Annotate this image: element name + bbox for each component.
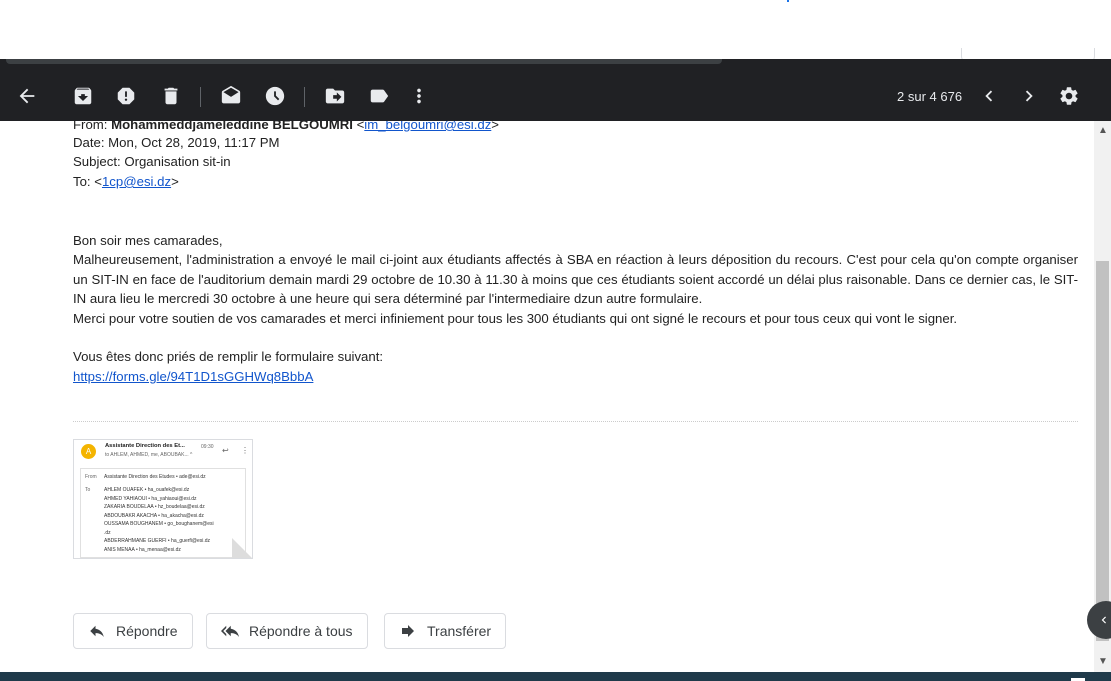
more-vert-icon[interactable] xyxy=(406,83,432,109)
toolbar-separator xyxy=(304,87,305,107)
attachment-thumbnail[interactable]: A Assistante Direction des Et... 09:30 t… xyxy=(73,439,253,559)
recipient: ABDOUBAKR AKACHA • ha_akacha@esi.dz xyxy=(104,512,204,519)
form-link-line: https://forms.gle/94T1D1sGGHWq8BbbA xyxy=(73,367,1078,387)
reply-icon: ↩ xyxy=(222,446,229,455)
snooze-icon[interactable] xyxy=(262,83,288,109)
newer-icon[interactable] xyxy=(1016,83,1042,109)
from-gt: > xyxy=(491,121,499,132)
back-arrow-icon[interactable] xyxy=(14,83,40,109)
label-icon[interactable] xyxy=(366,83,392,109)
to-label: To: < xyxy=(73,174,102,189)
mail-toolbar: 2 sur 4 676 xyxy=(0,59,1111,121)
recipient: ABDERRAHMANE GUERFI • ha_guerfi@esi.dz xyxy=(104,538,211,544)
message-content: From: Mohammeddjameleddine BELGOUMRI <im… xyxy=(0,121,1094,672)
from-lt: < xyxy=(352,121,365,132)
from-value: Assistante Direction des Etudes • ade@es… xyxy=(104,474,206,480)
message-count: 2 sur 4 676 xyxy=(897,89,963,104)
toolbar-separator xyxy=(200,87,201,107)
avatar: A xyxy=(81,444,96,459)
header-to: To: <1cp@esi.dz> xyxy=(73,172,179,192)
scrollbar-thumb[interactable] xyxy=(1096,261,1109,641)
mark-unread-icon[interactable] xyxy=(218,83,244,109)
attachment-time: 09:30 xyxy=(201,444,214,450)
scrollbar[interactable]: ▲ ▼ xyxy=(1094,121,1111,672)
bottom-bar xyxy=(0,672,1111,681)
forward-label: Transférer xyxy=(427,623,492,639)
forward-icon xyxy=(402,625,414,637)
archive-icon[interactable] xyxy=(70,83,96,109)
recipient: OUSSAMA BOUGHANEM • go_boughanem@esi xyxy=(104,521,214,527)
reply-all-button[interactable]: Répondre à tous xyxy=(206,613,368,649)
from-label: From xyxy=(85,474,97,480)
paragraph-3: Vous êtes donc priés de remplir le formu… xyxy=(73,349,384,364)
recipient: AHLEM OUAFEK • ha_ouafek@esi.dz xyxy=(104,487,190,493)
from-email-link[interactable]: im_belgoumri@esi.dz xyxy=(364,121,491,132)
from-name: Mohammeddjameleddine BELGOUMRI xyxy=(111,121,353,132)
to-gt: > xyxy=(171,174,179,189)
older-icon[interactable] xyxy=(976,83,1002,109)
reply-label: Répondre xyxy=(116,623,178,639)
report-spam-icon[interactable] xyxy=(113,83,139,109)
move-to-icon[interactable] xyxy=(322,83,348,109)
form-link[interactable]: https://forms.gle/94T1D1sGGHWq8BbbA xyxy=(73,369,313,384)
reply-button[interactable]: Répondre xyxy=(73,613,193,649)
scroll-up-icon[interactable]: ▲ xyxy=(1098,125,1108,136)
reply-all-label: Répondre à tous xyxy=(249,623,353,639)
paragraph-2: Merci pour votre soutien de vos camarade… xyxy=(73,311,958,326)
chevron-left-icon xyxy=(1101,616,1106,624)
attachment-details-card: From Assistante Direction des Etudes • a… xyxy=(80,468,246,558)
more-vert-icon: ⋮ xyxy=(241,446,249,455)
divider xyxy=(73,421,1078,422)
to-label: To xyxy=(85,487,91,493)
delete-icon[interactable] xyxy=(158,83,184,109)
browser-top-area xyxy=(0,0,1111,64)
recipient: ZAKARIA BOUDELAA • hz_boudelaa@esi.dz xyxy=(104,504,205,510)
attachment-sender: Assistante Direction des Et... xyxy=(105,443,185,449)
from-label: From: xyxy=(73,121,112,132)
recipient: .dz xyxy=(104,529,111,536)
greeting: Bon soir mes camarades, xyxy=(73,233,223,248)
paragraph-1: Malheureusement, l'administration a envo… xyxy=(73,252,1078,306)
header-date: Date: Mon, Oct 28, 2019, 11:17 PM xyxy=(73,135,280,150)
toolbar-edge xyxy=(6,59,722,64)
top-dot xyxy=(787,0,789,2)
header-subject: Subject: Organisation sit-in xyxy=(73,154,231,169)
scroll-down-icon[interactable]: ▼ xyxy=(1098,656,1108,667)
attachment-to-line: to AHLEM, AHMED, me, ABOUBAK... ^ xyxy=(105,452,193,458)
reply-icon xyxy=(90,625,104,637)
recipient: ANIS MENAA • ha_menaa@esi.dz xyxy=(104,546,181,553)
reply-all-icon xyxy=(221,625,239,637)
forward-button[interactable]: Transférer xyxy=(384,613,507,649)
page-fold xyxy=(232,538,252,558)
settings-icon[interactable] xyxy=(1056,83,1082,109)
recipient: AHMED YAHIAOUI • ha_yahiaoui@esi.dz xyxy=(104,495,197,502)
to-email-link[interactable]: 1cp@esi.dz xyxy=(102,174,171,189)
